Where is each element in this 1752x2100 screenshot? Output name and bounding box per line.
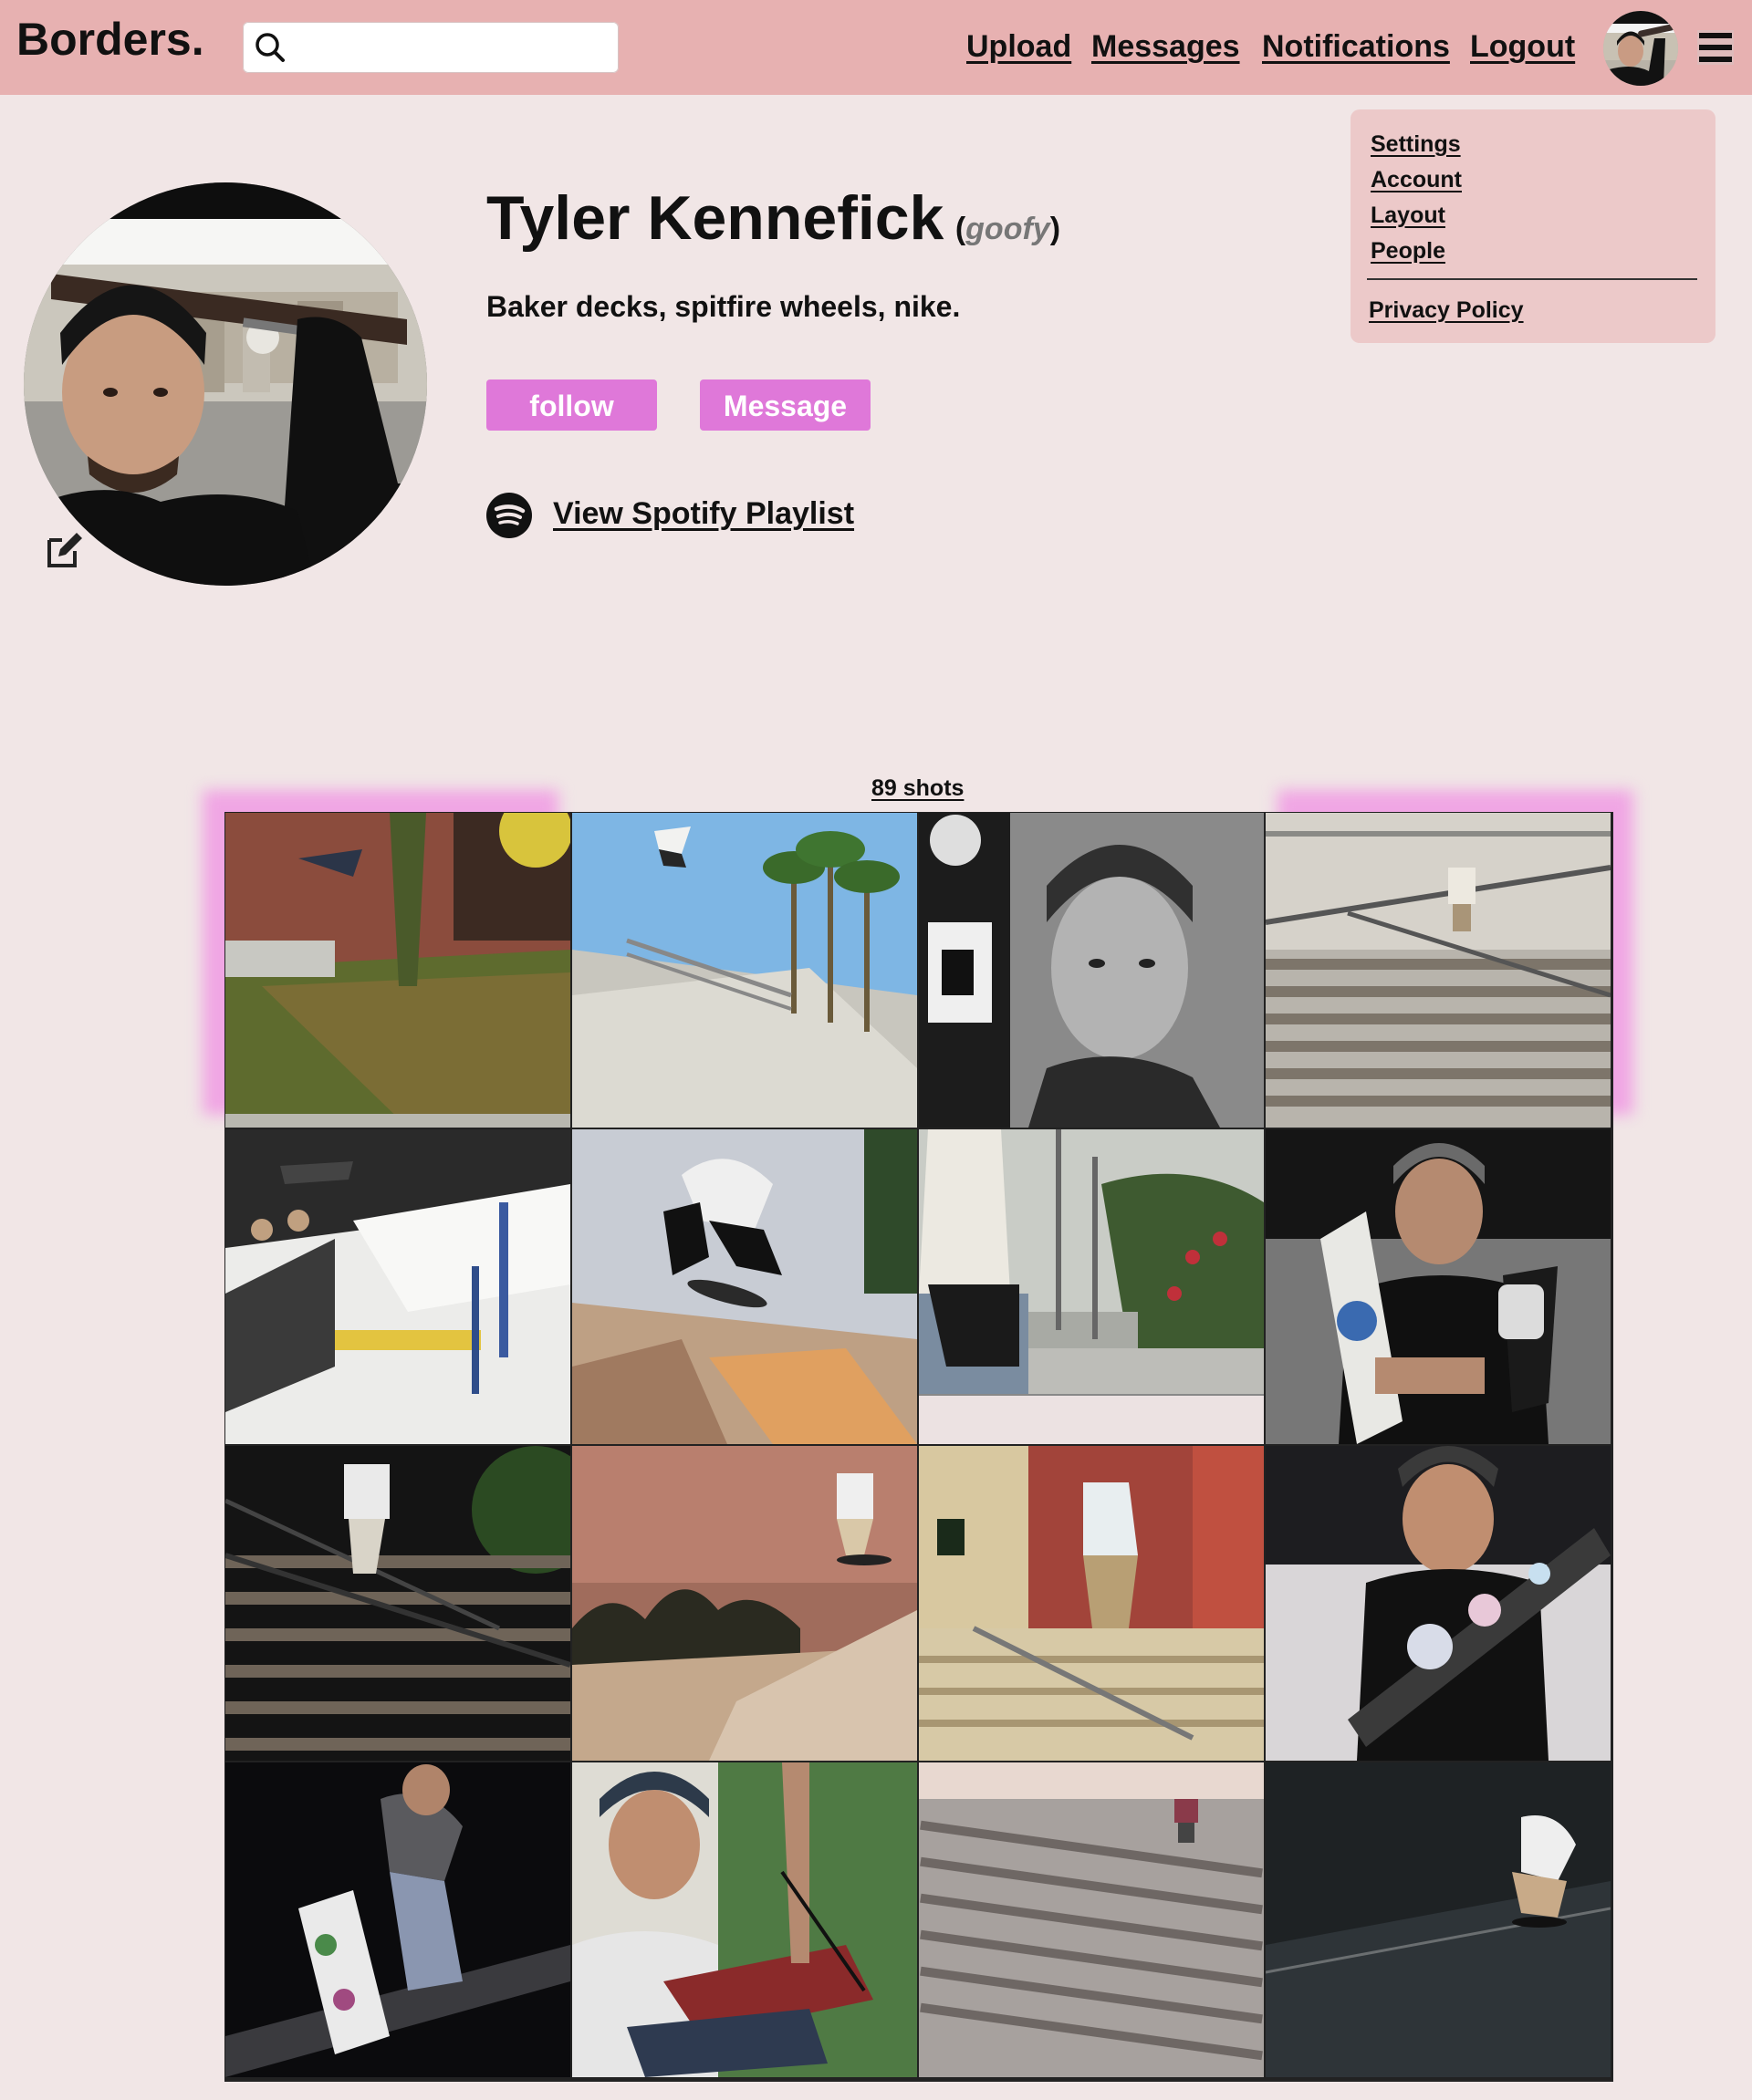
shot-thumbnail[interactable] <box>572 1129 917 1444</box>
top-nav-bar: Borders. Upload Messages Notifications L… <box>0 0 1752 95</box>
site-logo[interactable]: Borders. <box>16 13 204 66</box>
nav-notifications-link[interactable]: Notifications <box>1262 29 1450 65</box>
nav-upload-link[interactable]: Upload <box>966 29 1071 65</box>
stance-value: goofy <box>965 212 1050 246</box>
shot-thumbnail[interactable] <box>919 813 1264 1128</box>
spotify-icon[interactable] <box>486 493 532 538</box>
shot-thumbnail[interactable] <box>919 1129 1264 1444</box>
shot-thumbnail[interactable] <box>225 1446 570 1761</box>
menu-item-settings[interactable]: Settings <box>1371 131 1461 158</box>
shot-thumbnail[interactable] <box>1266 1129 1611 1444</box>
user-avatar[interactable] <box>1603 11 1678 86</box>
shot-thumbnail[interactable] <box>1266 1762 1611 2077</box>
spotify-playlist-link[interactable]: View Spotify Playlist <box>553 496 854 532</box>
shot-thumbnail[interactable] <box>1266 813 1611 1128</box>
profile-bio: Baker decks, spitfire wheels, nike. <box>486 290 961 323</box>
search-bar[interactable] <box>243 22 619 73</box>
shot-thumbnail[interactable] <box>225 1762 570 2077</box>
shot-thumbnail[interactable] <box>919 1762 1264 2077</box>
shot-thumbnail[interactable] <box>572 1446 917 1761</box>
profile-photo <box>24 182 427 586</box>
edit-icon[interactable] <box>42 527 86 571</box>
menu-divider <box>1367 278 1697 280</box>
shot-thumbnail[interactable] <box>1266 1446 1611 1761</box>
menu-item-account[interactable]: Account <box>1371 167 1462 193</box>
shot-thumbnail[interactable] <box>572 813 917 1128</box>
search-icon[interactable] <box>252 29 288 66</box>
menu-item-people[interactable]: People <box>1371 238 1445 265</box>
stance-label: (goofy) <box>954 212 1061 246</box>
follow-button[interactable]: follow <box>486 379 657 431</box>
account-dropdown-menu: Settings Account Layout People Privacy P… <box>1350 109 1716 343</box>
nav-messages-link[interactable]: Messages <box>1091 29 1240 65</box>
menu-item-privacy-policy[interactable]: Privacy Policy <box>1369 297 1524 324</box>
profile-name: Tyler Kennefick <box>486 183 944 253</box>
shot-thumbnail[interactable] <box>919 1446 1264 1761</box>
shots-grid <box>224 812 1613 2082</box>
profile-name-row: Tyler Kennefick (goofy) <box>486 182 1060 254</box>
shot-thumbnail[interactable] <box>572 1762 917 2077</box>
shots-count[interactable]: 89 shots <box>871 775 964 802</box>
hamburger-menu-icon[interactable] <box>1694 26 1737 69</box>
shot-thumbnail[interactable] <box>225 813 570 1128</box>
nav-logout-link[interactable]: Logout <box>1470 29 1575 65</box>
shot-thumbnail[interactable] <box>225 1129 570 1444</box>
menu-item-layout[interactable]: Layout <box>1371 203 1445 229</box>
message-button[interactable]: Message <box>700 379 871 431</box>
search-input[interactable] <box>294 27 613 69</box>
